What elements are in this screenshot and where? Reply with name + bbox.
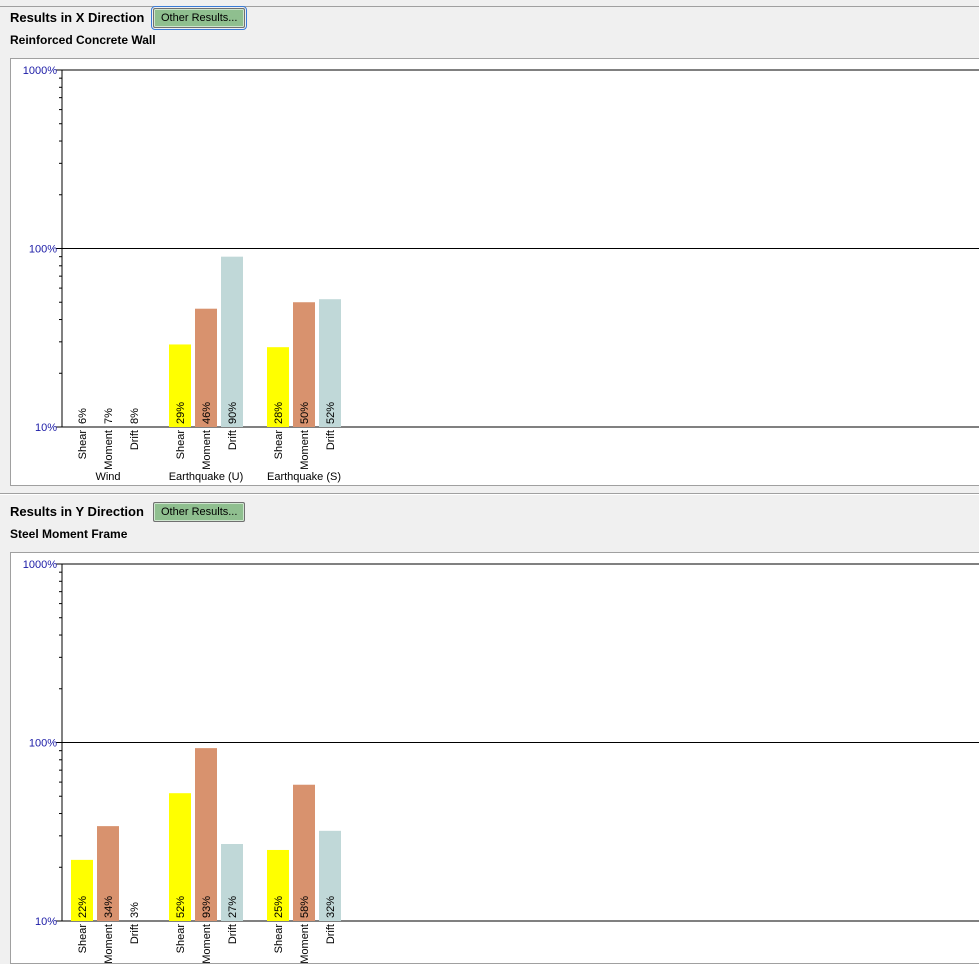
y-chart-tick-label: 10% <box>35 916 57 928</box>
x-chart-bar-category-label: Shear <box>273 430 285 460</box>
y-chart-bar-value-label: 25% <box>273 896 285 918</box>
x-chart-group-label: Wind <box>95 471 120 483</box>
x-chart-bar-value-label: 8% <box>129 408 141 424</box>
x-chart-tick-label: 1000% <box>23 65 57 77</box>
y-chart-bar-value-label: 52% <box>175 896 187 918</box>
y-chart-bar-value-label: 32% <box>325 896 337 918</box>
y-chart-bar-value-label: 22% <box>77 896 89 918</box>
y-chart-bar-value-label: 93% <box>201 896 213 918</box>
y-chart-bar-value-label: 34% <box>103 896 115 918</box>
x-chart-bar-category-label: Moment <box>299 430 311 470</box>
x-chart-bar-drift <box>221 256 243 427</box>
x-chart-bar-category-label: Moment <box>103 430 115 470</box>
y-chart-bar-category-label: Moment <box>103 924 115 964</box>
y-chart-bar-category-label: Shear <box>273 924 285 954</box>
x-chart-bar-value-label: 90% <box>227 402 239 424</box>
x-chart-bar-value-label: 52% <box>325 402 337 424</box>
x-chart-bar-category-label: Moment <box>201 430 213 470</box>
x-chart-bar-category-label: Drift <box>227 430 239 450</box>
results-x-chart: 10% 100% 1000% 6% Shear 7% Moment 8% Drift Wind 29… <box>10 58 979 486</box>
results-x-subtitle: Reinforced Concrete Wall <box>10 33 156 47</box>
x-chart-bar-category-label: Drift <box>325 430 337 450</box>
y-chart-bar-category-label: Shear <box>175 924 187 954</box>
x-chart-bar-value-label: 50% <box>299 402 311 424</box>
results-y-chart-svg: 10%100%1000%22%Shear34%Moment3%DriftWind… <box>23 559 979 964</box>
x-chart-group-label: Earthquake (S) <box>267 471 341 483</box>
x-chart-bar-category-label: Drift <box>129 430 141 450</box>
panel-separator <box>0 493 979 495</box>
y-chart-bar-category-label: Moment <box>201 924 213 964</box>
x-chart-bar-value-label: 29% <box>175 402 187 424</box>
y-chart-bar-category-label: Drift <box>325 924 337 944</box>
x-chart-group-label: Earthquake (U) <box>169 471 244 483</box>
x-chart-tick-label: 100% <box>29 244 57 256</box>
results-x-title: Results in X Direction <box>10 10 145 25</box>
y-chart-bar-value-label: 3% <box>129 902 141 918</box>
y-chart-bar-category-label: Drift <box>129 924 141 944</box>
x-chart-bar-category-label: Shear <box>77 430 89 460</box>
x-chart-bar-value-label: 6% <box>77 408 89 424</box>
results-y-chart: 10%100%1000%22%Shear34%Moment3%DriftWind… <box>10 552 979 964</box>
y-chart-bar-moment <box>195 748 217 921</box>
x-chart-bar-value-label: 28% <box>273 402 285 424</box>
x-chart-bar-value-label: 46% <box>201 402 213 424</box>
y-chart-bar-category-label: Moment <box>299 924 311 964</box>
results-x-chart-svg: 10% 100% 1000% 6% Shear 7% Moment 8% Drift Wind 29… <box>23 65 979 483</box>
y-chart-bar-category-label: Shear <box>77 924 89 954</box>
y-chart-tick-label: 100% <box>29 738 57 750</box>
x-chart-bar-category-label: Shear <box>175 430 187 460</box>
y-chart-bar-value-label: 27% <box>227 896 239 918</box>
x-chart-bar-value-label: 7% <box>103 408 115 424</box>
x-chart-tick-label: 10% <box>35 422 57 434</box>
other-results-x-button[interactable]: Other Results... <box>150 6 248 30</box>
y-chart-bar-category-label: Drift <box>227 924 239 944</box>
y-chart-tick-label: 1000% <box>23 559 57 571</box>
window-top-edge <box>0 0 979 7</box>
other-results-y-button[interactable]: Other Results... <box>153 502 246 522</box>
results-y-subtitle: Steel Moment Frame <box>10 527 128 541</box>
y-chart-bar-value-label: 58% <box>299 896 311 918</box>
results-y-title: Results in Y Direction <box>10 504 144 519</box>
